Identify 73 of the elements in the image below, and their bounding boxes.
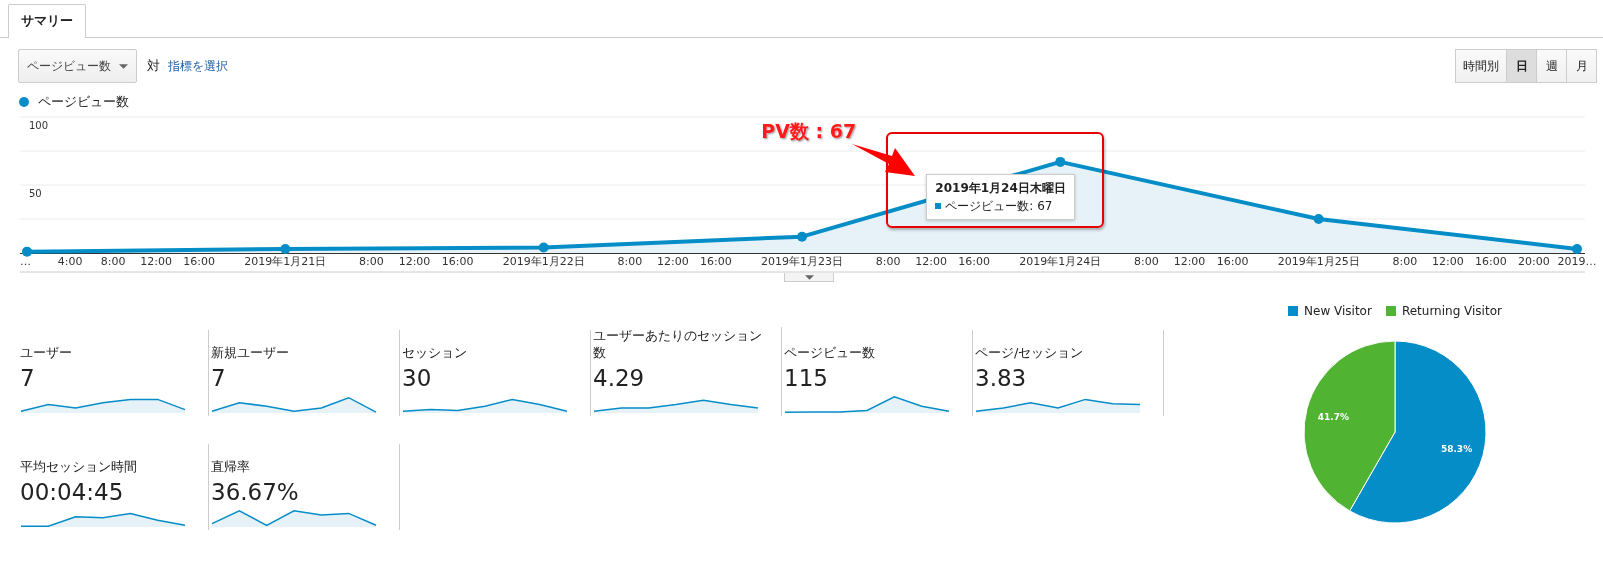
metric-value: 7: [20, 365, 36, 391]
metric-value: 30: [402, 365, 433, 391]
versus-label: 対: [147, 57, 160, 75]
axis-label: 8:00: [359, 255, 384, 268]
data-point: [280, 243, 291, 254]
arrow-icon: [852, 141, 917, 178]
legend-label: Returning Visitor: [1401, 304, 1502, 318]
axis-label: 8:00: [1134, 255, 1159, 268]
metric-value: 00:04:45: [20, 479, 125, 505]
data-point: [797, 231, 807, 242]
axis-label: 8:00: [617, 255, 643, 268]
tooltip-title: 2019年1月24日木曜日: [935, 179, 1066, 197]
axis-label: 12:00: [1173, 255, 1206, 268]
metric-label: 直帰率: [211, 458, 251, 475]
axis-label: 12:00: [140, 255, 172, 268]
axis-label: 2019年1月22日: [502, 255, 585, 268]
select-metric-link[interactable]: 指標を選択: [168, 57, 228, 75]
period-button[interactable]: 時間別: [1455, 49, 1507, 83]
metric-label: 新規ユーザー: [211, 344, 290, 361]
metric-label: ユーザーあたりのセッション数: [593, 327, 763, 361]
axis-label: 100: [29, 120, 49, 131]
slice-label: 41.7%: [1317, 411, 1350, 422]
legend-label: ページビュー数: [38, 93, 129, 111]
axis-label: 16:00: [1216, 255, 1249, 268]
metric-label: ページ/セッション: [975, 344, 1085, 361]
metric-label: ページビュー数: [784, 344, 876, 361]
tooltip-value: ページビュー数: 67: [945, 198, 1053, 214]
data-point: [538, 242, 549, 253]
axis-label: 20:00: [1518, 255, 1550, 268]
axis-label: 12:00: [398, 255, 431, 268]
metric-value: 3.83: [975, 365, 1028, 391]
slice-label: 58.3%: [1440, 444, 1473, 455]
legend-square-icon: [935, 203, 942, 210]
axis-label: 12:00: [915, 255, 947, 268]
metric-label: ユーザー: [20, 344, 73, 361]
axis-label: 50: [29, 188, 42, 199]
period-button[interactable]: 週: [1536, 49, 1567, 83]
axis-label: 16:00: [183, 255, 216, 268]
metric-label: 平均セッション時間: [20, 458, 138, 475]
annotation-label: PV数 : 67: [761, 118, 857, 144]
axis-label: …: [20, 255, 31, 268]
data-point: [1313, 214, 1324, 224]
caret-icon: [804, 274, 814, 280]
caret-icon: [119, 63, 128, 69]
metric-value: 7: [211, 365, 227, 391]
axis-label: 2019…: [1557, 255, 1597, 268]
axis-label: 2019年1月21日: [244, 255, 327, 268]
axis-label: 16:00: [958, 255, 991, 268]
metric-label: セッション: [402, 344, 468, 361]
period-button[interactable]: 月: [1566, 49, 1597, 83]
metric-value: 4.29: [593, 365, 646, 391]
legend-label: New Visitor: [1304, 304, 1372, 318]
axis-label: 16:00: [700, 255, 732, 268]
data-point: [22, 246, 32, 257]
metric-value: 115: [784, 365, 829, 391]
data-point: [1055, 156, 1066, 167]
axis-label: 12:00: [1432, 255, 1464, 268]
axis-label: 12:00: [657, 255, 689, 268]
tab[interactable]: サマリー: [8, 4, 86, 38]
axis-label: 8:00: [100, 255, 126, 268]
axis-label: 2019年1月23日: [761, 255, 843, 268]
axis-label: 16:00: [1475, 255, 1507, 268]
metric-value: 36.67%: [211, 479, 300, 505]
axis-label: 8:00: [875, 255, 901, 268]
data-point: [1572, 243, 1582, 254]
axis-label: 2019年1月25日: [1277, 255, 1360, 268]
axis-label: 16:00: [441, 255, 474, 268]
collapse-handle[interactable]: [784, 273, 834, 282]
axis-label: 8:00: [1392, 255, 1418, 268]
axis-label: 4:00: [57, 255, 83, 268]
metric-dropdown[interactable]: ページビュー数: [18, 49, 137, 83]
period-button[interactable]: 日: [1506, 49, 1537, 83]
axis-label: 2019年1月24日: [1019, 255, 1102, 268]
